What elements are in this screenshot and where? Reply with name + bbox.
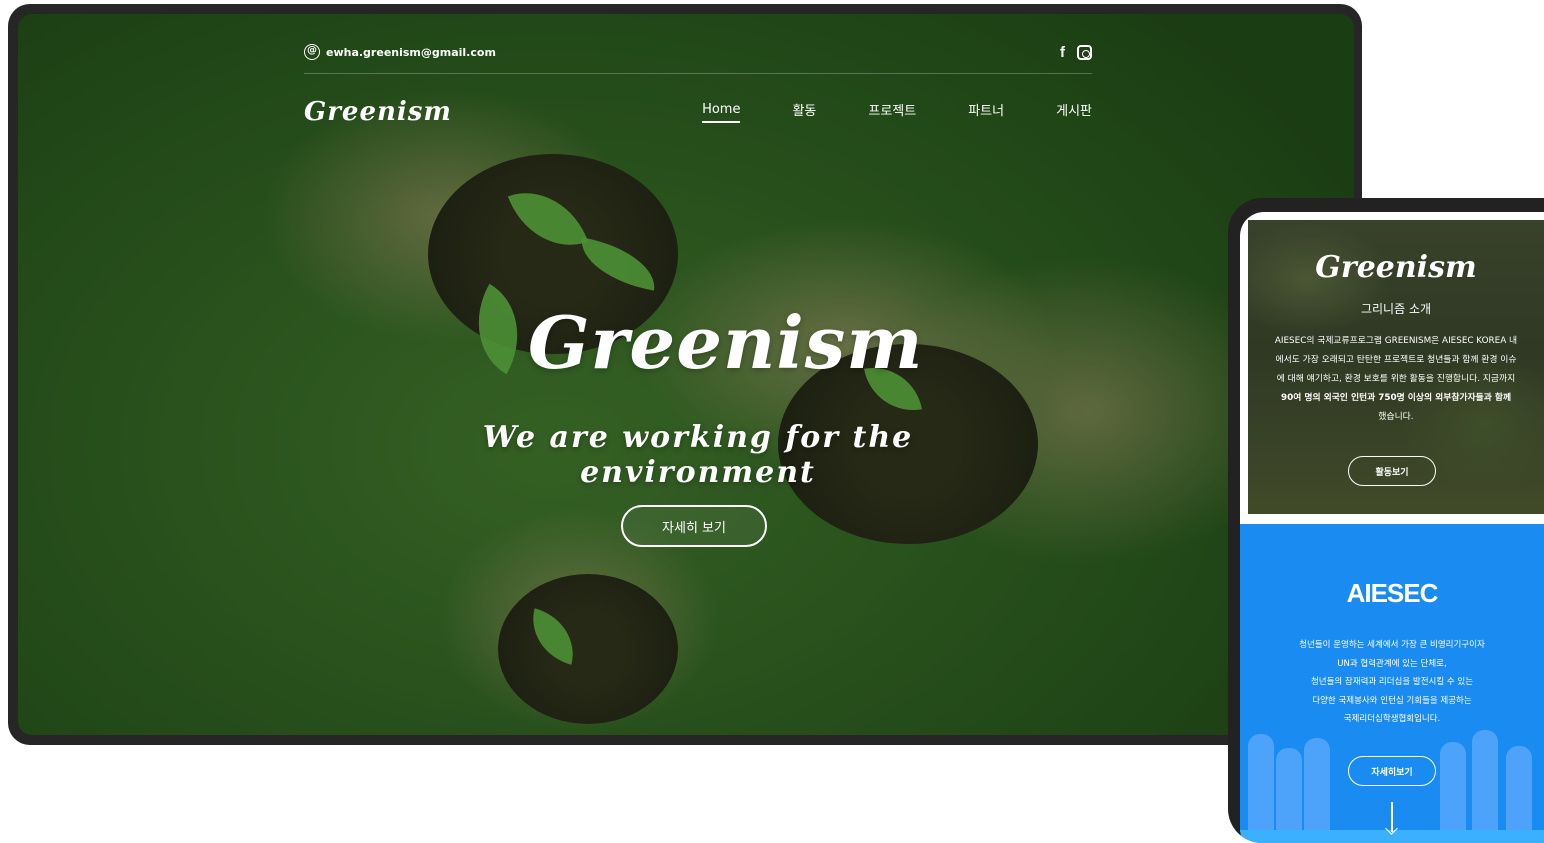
aiesec-title: AIESEC [1346,578,1439,608]
mobile-intro-section: Greenism 그리니즘 소개 AIESEC의 국제교류프로그램 GREENI… [1248,220,1544,514]
mobile-screen: Greenism 그리니즘 소개 AIESEC의 국제교류프로그램 GREENI… [1240,212,1544,843]
main-menu: Home 활동 프로젝트 파트너 게시판 [702,100,1092,125]
people-silhouette [1506,746,1532,834]
arrow-down-icon[interactable] [1386,802,1398,836]
people-silhouette [1440,742,1466,834]
mobile-intro-subtitle: 그리니즘 소개 [1360,302,1432,316]
aiesec-line: 다양한 국제봉사와 인턴십 기회들을 제공하는 [1312,695,1472,706]
nav-item-partners[interactable]: 파트너 [968,100,1004,125]
intro-line: 에 대해 얘기하고, 환경 보호를 위한 활동을 진행합니다. 지금까지 [1276,374,1516,384]
intro-line: 90여 명의 외국인 인턴과 750명 이상의 외부참가자들과 함께 [1280,393,1512,403]
people-silhouette [1472,730,1498,834]
hero-logo: Greenism [528,300,924,385]
intro-line: AIESEC의 국제교류프로그램 GREENISM은 AIESEC KOREA … [1274,336,1518,346]
email-text: ewha.greenism@gmail.com [326,45,496,59]
aiesec-line: 국제리더십학생협회입니다. [1343,714,1441,724]
top-bar: @ ewha.greenism@gmail.com f [304,44,1092,74]
people-silhouette [1276,748,1302,834]
hero-tagline: We are working for the environment [482,420,914,490]
at-icon: @ [304,44,320,60]
main-navbar: Greenism Home 활동 프로젝트 파트너 게시판 [304,92,1092,132]
mobile-mockup: Greenism 그리니즘 소개 AIESEC의 국제교류프로그램 GREENI… [1228,198,1544,843]
nav-item-board[interactable]: 게시판 [1056,100,1092,125]
aiesec-description: 청년들이 운영하는 세계에서 가장 큰 비영리기구이자 UN과 협력관계에 있는… [1250,636,1534,729]
intro-line: 에서도 가장 오래되고 탄탄한 프로젝트로 청년들과 함께 환경 이슈 [1275,355,1517,365]
facebook-icon[interactable]: f [1060,44,1065,61]
desktop-mockup: @ ewha.greenism@gmail.com f Greenism Hom… [8,4,1362,745]
people-silhouette [1248,734,1274,834]
aiesec-line: UN과 협력관계에 있는 단체로, [1337,658,1447,669]
people-silhouette [1304,738,1330,834]
learn-more-button[interactable]: 자세히 보기 [621,505,767,547]
social-links: f [1060,44,1092,61]
mobile-logo: Greenism [1315,250,1477,285]
intro-line: 했습니다. [1378,412,1414,422]
aiesec-line: 청년들의 잠재력과 리더십을 발전시킬 수 있는 [1310,677,1474,687]
nav-item-activities[interactable]: 활동 [792,100,816,125]
site-logo[interactable]: Greenism [304,97,452,127]
mobile-intro-description: AIESEC의 국제교류프로그램 GREENISM은 AIESEC KOREA … [1258,332,1534,427]
mobile-aiesec-section: AIESEC 청년들이 운영하는 세계에서 가장 큰 비영리기구이자 UN과 협… [1240,524,1544,843]
nav-item-home[interactable]: Home [702,102,741,123]
desktop-screen: @ ewha.greenism@gmail.com f Greenism Hom… [18,14,1354,735]
aiesec-line: 청년들이 운영하는 세계에서 가장 큰 비영리기구이자 [1299,640,1485,650]
instagram-icon[interactable] [1077,45,1092,60]
aiesec-learn-more-button[interactable]: 자세히보기 [1348,756,1436,786]
view-activities-button[interactable]: 활동보기 [1348,456,1436,486]
nav-item-projects[interactable]: 프로젝트 [868,100,916,125]
email-contact[interactable]: @ ewha.greenism@gmail.com [304,44,496,60]
